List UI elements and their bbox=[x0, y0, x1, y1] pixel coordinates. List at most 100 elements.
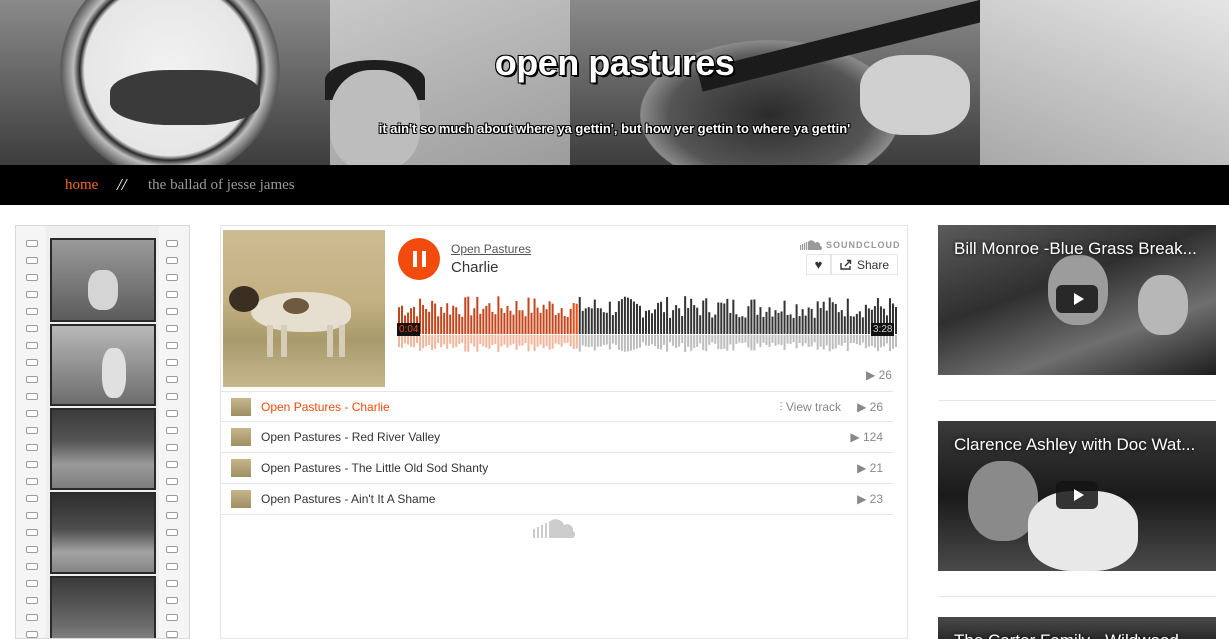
waveform-icon: ⫶ bbox=[779, 400, 783, 414]
waveform-bar bbox=[473, 308, 476, 334]
soundcloud-logo[interactable]: SOUNDCLOUD bbox=[800, 240, 901, 250]
film-sprocket-hole bbox=[26, 274, 38, 281]
waveform-bar bbox=[641, 317, 644, 334]
waveform-bar-reflection bbox=[675, 335, 678, 348]
video-embed[interactable]: Bill Monroe -Blue Grass Break... bbox=[938, 225, 1216, 375]
waveform-bar bbox=[654, 309, 657, 334]
waveform-bar-reflection bbox=[641, 335, 644, 343]
waveform-bar bbox=[512, 314, 515, 334]
film-sprocket-hole bbox=[26, 495, 38, 502]
waveform-bar bbox=[455, 307, 458, 334]
waveform-bar bbox=[756, 314, 759, 334]
video-play-button[interactable] bbox=[1056, 481, 1098, 509]
waveform-bar bbox=[726, 298, 729, 334]
waveform-bar-reflection bbox=[735, 335, 738, 344]
waveform-bar-reflection bbox=[590, 335, 593, 347]
waveform-bar bbox=[849, 316, 852, 334]
waveform[interactable] bbox=[398, 294, 898, 354]
waveform-bar-reflection bbox=[717, 335, 720, 350]
breadcrumb-home-link[interactable]: home bbox=[65, 177, 98, 194]
waveform-bar-reflection bbox=[822, 335, 825, 350]
waveform-bar-reflection bbox=[401, 335, 404, 348]
track-artwork[interactable] bbox=[223, 230, 385, 387]
waveform-bar bbox=[566, 316, 569, 334]
waveform-bar bbox=[768, 307, 771, 334]
track-title: Charlie bbox=[451, 259, 499, 276]
waveform-bar-reflection bbox=[750, 335, 753, 351]
soundcloud-footer-logo-icon[interactable] bbox=[533, 518, 579, 540]
video-title[interactable]: Bill Monroe -Blue Grass Break... bbox=[954, 239, 1197, 259]
film-sprocket-hole bbox=[26, 427, 38, 434]
waveform-bar bbox=[515, 300, 518, 334]
waveform-bar bbox=[485, 305, 488, 334]
waveform-bar bbox=[822, 301, 825, 334]
waveform-bar bbox=[458, 314, 461, 334]
waveform-bar-reflection bbox=[638, 335, 641, 348]
film-sprocket-hole bbox=[166, 257, 178, 264]
waveform-bar bbox=[720, 302, 723, 334]
waveform-bar bbox=[539, 312, 542, 334]
waveform-bar-reflection bbox=[768, 335, 771, 348]
waveform-bar-reflection bbox=[885, 335, 888, 344]
waveform-bar-reflection bbox=[464, 335, 467, 352]
video-title[interactable]: The Carter Family - Wildwood... bbox=[954, 631, 1193, 639]
video-play-button[interactable] bbox=[1056, 285, 1098, 313]
view-track-link[interactable]: ⫶ View track bbox=[780, 400, 842, 415]
waveform-bar-reflection bbox=[789, 335, 792, 344]
waveform-bar-reflection bbox=[699, 335, 702, 344]
pause-button[interactable] bbox=[398, 238, 440, 280]
waveform-bar bbox=[834, 303, 837, 334]
waveform-bar-reflection bbox=[666, 335, 669, 352]
track-plays: ▶ 21 bbox=[857, 461, 883, 475]
waveform-bar bbox=[644, 310, 647, 334]
track-row[interactable]: Open Pastures - Charlie ⫶ View track ▶ 2… bbox=[221, 391, 893, 422]
waveform-bar bbox=[470, 315, 473, 334]
site-title[interactable]: open pastures bbox=[0, 42, 1229, 84]
pause-icon bbox=[412, 251, 417, 267]
video-embed[interactable]: Clarence Ashley with Doc Wat... bbox=[938, 421, 1216, 571]
waveform-bar-reflection bbox=[602, 335, 605, 345]
waveform-bar-reflection bbox=[825, 335, 828, 346]
film-sprocket-hole bbox=[166, 325, 178, 332]
waveform-bar-reflection bbox=[657, 335, 660, 349]
breadcrumb-separator: // bbox=[117, 175, 127, 194]
video-embed[interactable]: The Carter Family - Wildwood... bbox=[938, 617, 1216, 639]
waveform-bar-reflection bbox=[816, 335, 819, 350]
waveform-bar bbox=[536, 307, 539, 334]
waveform-bar bbox=[629, 299, 632, 334]
waveform-bar-reflection bbox=[669, 335, 672, 343]
waveform-bar-reflection bbox=[437, 335, 440, 343]
waveform-bar-reflection bbox=[434, 335, 437, 349]
track-row[interactable]: Open Pastures - The Little Old Sod Shant… bbox=[221, 453, 893, 484]
like-button[interactable]: ♥ bbox=[806, 254, 831, 275]
waveform-bar bbox=[816, 301, 819, 334]
waveform-bar-reflection bbox=[485, 335, 488, 348]
waveform-bar-reflection bbox=[524, 335, 527, 343]
waveform-bar-reflection bbox=[584, 335, 587, 347]
waveform-bar bbox=[819, 308, 822, 334]
waveform-bar-reflection bbox=[425, 335, 428, 347]
film-sprocket-hole bbox=[166, 529, 178, 536]
track-row[interactable]: Open Pastures - Ain't It A Shame ▶ 23 bbox=[221, 484, 893, 515]
track-name: Open Pastures - The Little Old Sod Shant… bbox=[261, 461, 489, 475]
waveform-bar bbox=[533, 298, 536, 334]
waveform-bar bbox=[521, 310, 524, 334]
waveform-bar-reflection bbox=[566, 335, 569, 343]
share-button[interactable]: Share bbox=[831, 254, 898, 275]
waveform-bar-reflection bbox=[476, 335, 479, 352]
header-banner: open pastures it ain't so much about whe… bbox=[0, 0, 1229, 165]
waveform-bar bbox=[491, 311, 494, 334]
waveform-bar bbox=[599, 308, 602, 334]
track-list: Open Pastures - Charlie ⫶ View track ▶ 2… bbox=[221, 391, 893, 515]
waveform-bar-reflection bbox=[891, 335, 894, 349]
film-sprocket-hole bbox=[166, 495, 178, 502]
track-row[interactable]: Open Pastures - Red River Valley ▶ 124 bbox=[221, 422, 893, 453]
waveform-bar-reflection bbox=[744, 335, 747, 343]
video-title[interactable]: Clarence Ashley with Doc Wat... bbox=[954, 435, 1195, 455]
artist-link[interactable]: Open Pastures bbox=[451, 242, 531, 256]
waveform-bar-reflection bbox=[491, 335, 494, 345]
waveform-bar bbox=[635, 303, 638, 334]
waveform-bar bbox=[440, 307, 443, 334]
waveform-bar bbox=[569, 308, 572, 334]
waveform-bar bbox=[678, 308, 681, 334]
